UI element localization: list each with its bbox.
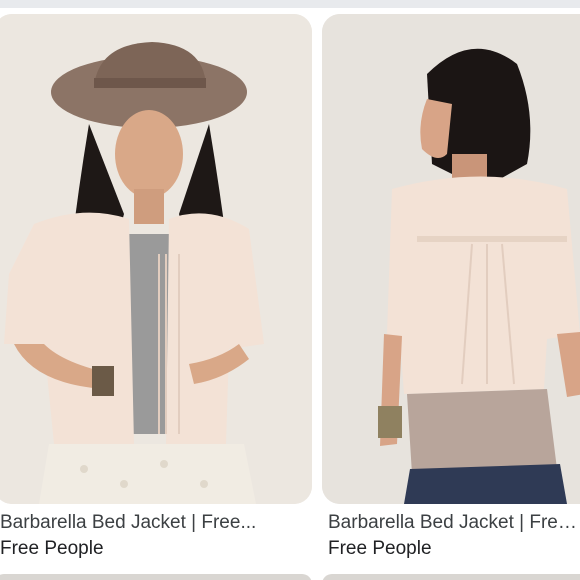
result-card-4-partial[interactable] (322, 574, 580, 580)
result-card-3-partial[interactable] (0, 574, 312, 580)
top-divider (0, 0, 580, 8)
result-card-1[interactable] (0, 14, 312, 504)
image-results-grid: Barbarella Bed Jacket | Free... Free Peo… (0, 0, 580, 580)
result-card-2[interactable] (322, 14, 580, 504)
result-source: Free People (328, 538, 432, 559)
result-source: Free People (0, 538, 104, 559)
result-caption-2[interactable]: Barbarella Bed Jacket | Free People Free… (328, 510, 580, 562)
product-photo-front (0, 14, 312, 504)
result-title[interactable]: Barbarella Bed Jacket | Free... (0, 510, 300, 536)
result-caption-1[interactable]: Barbarella Bed Jacket | Free... Free Peo… (0, 510, 300, 562)
result-title[interactable]: Barbarella Bed Jacket | Free People (328, 510, 580, 536)
product-photo-back (322, 14, 580, 504)
